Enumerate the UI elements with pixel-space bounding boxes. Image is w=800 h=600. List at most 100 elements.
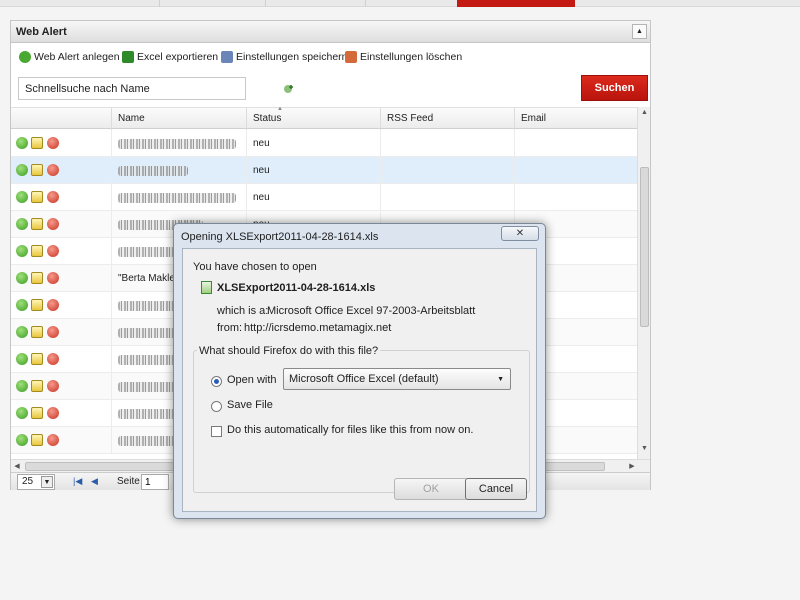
scroll-up-icon[interactable]: ▲ xyxy=(638,109,651,121)
delete-icon[interactable] xyxy=(47,191,59,203)
cancel-button[interactable]: Cancel xyxy=(465,478,527,500)
toolbar-label: Excel exportieren xyxy=(137,51,219,63)
top-nav-bar xyxy=(0,0,800,7)
panel-title: Web Alert xyxy=(16,26,67,38)
table-row[interactable]: neu xyxy=(11,184,637,211)
activate-icon[interactable] xyxy=(16,434,28,446)
cell-name xyxy=(111,184,246,211)
add-search-icon[interactable] xyxy=(283,83,295,95)
delete-settings-button[interactable]: Einstellungen löschen xyxy=(345,50,462,64)
export-excel-button[interactable]: Excel exportieren xyxy=(122,50,218,64)
delete-icon[interactable] xyxy=(47,164,59,176)
edit-icon[interactable] xyxy=(31,434,43,446)
edit-icon[interactable] xyxy=(31,191,43,203)
open-with-radio[interactable] xyxy=(211,376,222,387)
grid-header: ▲ Name Status RSS Feed Email xyxy=(11,107,637,130)
column-header-status[interactable]: Status xyxy=(246,108,380,130)
activate-icon[interactable] xyxy=(16,218,28,230)
column-header-rss-feed[interactable]: RSS Feed xyxy=(380,108,514,130)
activate-icon[interactable] xyxy=(16,272,28,284)
collapse-button[interactable]: ▲ xyxy=(632,24,647,39)
activate-icon[interactable] xyxy=(16,137,28,149)
delete-icon[interactable] xyxy=(47,407,59,419)
scroll-thumb[interactable] xyxy=(640,167,649,327)
ok-button[interactable]: OK xyxy=(394,478,468,500)
search-button[interactable]: Suchen xyxy=(581,75,648,101)
delete-icon[interactable] xyxy=(47,299,59,311)
top-nav-tab[interactable] xyxy=(266,0,366,7)
delete-icon[interactable] xyxy=(47,380,59,392)
first-page-icon[interactable]: |◀ xyxy=(73,476,82,487)
edit-icon[interactable] xyxy=(31,245,43,257)
activate-icon[interactable] xyxy=(16,380,28,392)
prev-page-icon[interactable]: ◀ xyxy=(91,476,98,487)
quick-search-input[interactable] xyxy=(18,77,246,100)
table-row[interactable]: neu xyxy=(11,130,637,157)
auto-label[interactable]: Do this automatically for files like thi… xyxy=(227,424,473,436)
edit-icon[interactable] xyxy=(31,380,43,392)
create-web-alert-button[interactable]: Web Alert anlegen xyxy=(19,50,120,64)
excel-file-icon xyxy=(201,281,212,294)
cell-rss xyxy=(380,184,514,211)
close-button[interactable]: ✕ xyxy=(501,226,539,241)
redacted-text xyxy=(118,139,236,149)
vertical-scrollbar[interactable]: ▲ ▼ xyxy=(637,107,650,459)
activate-icon[interactable] xyxy=(16,191,28,203)
dialog-body: You have chosen to open XLSExport2011-04… xyxy=(182,248,537,512)
page-label: Seite xyxy=(117,476,140,487)
chevron-down-icon[interactable]: ▼ xyxy=(41,476,53,488)
save-file-label[interactable]: Save File xyxy=(227,399,273,411)
save-settings-button[interactable]: Einstellungen speichern xyxy=(221,50,348,64)
page-size-select[interactable]: 25 ▼ xyxy=(17,474,55,490)
delete-icon[interactable] xyxy=(47,137,59,149)
delete-icon[interactable] xyxy=(47,434,59,446)
edit-icon[interactable] xyxy=(31,353,43,365)
column-header-name[interactable]: ▲ Name xyxy=(111,107,283,130)
activate-icon[interactable] xyxy=(16,407,28,419)
cell-rss xyxy=(380,157,514,184)
delete-icon[interactable] xyxy=(47,272,59,284)
save-file-radio[interactable] xyxy=(211,401,222,412)
page-number-input[interactable] xyxy=(141,474,169,490)
delete-icon[interactable] xyxy=(47,218,59,230)
top-nav-tab[interactable] xyxy=(160,0,266,7)
file-name: XLSExport2011-04-28-1614.xls xyxy=(217,282,376,294)
cell-status: neu xyxy=(246,130,380,157)
from-label: from: xyxy=(217,322,243,334)
top-nav-tab[interactable] xyxy=(42,0,160,7)
column-header-email[interactable]: Email xyxy=(514,108,637,130)
plus-circle-icon xyxy=(19,51,31,63)
cell-rss xyxy=(380,130,514,157)
scroll-down-icon[interactable]: ▼ xyxy=(638,445,651,457)
top-nav-tab-active[interactable] xyxy=(457,0,575,7)
edit-icon[interactable] xyxy=(31,326,43,338)
edit-icon[interactable] xyxy=(31,407,43,419)
redacted-text xyxy=(118,166,188,176)
activate-icon[interactable] xyxy=(16,164,28,176)
edit-icon[interactable] xyxy=(31,137,43,149)
activate-icon[interactable] xyxy=(16,245,28,257)
edit-icon[interactable] xyxy=(31,272,43,284)
toolbar-label: Einstellungen speichern xyxy=(236,51,348,63)
activate-icon[interactable] xyxy=(16,299,28,311)
activate-icon[interactable] xyxy=(16,326,28,338)
cell-email xyxy=(514,184,637,211)
search-row: Suchen xyxy=(11,69,650,105)
delete-icon[interactable] xyxy=(47,353,59,365)
toolbar-label: Web Alert anlegen xyxy=(34,51,120,63)
edit-icon[interactable] xyxy=(31,218,43,230)
delete-settings-icon xyxy=(345,51,357,63)
toolbar-label: Einstellungen löschen xyxy=(360,51,463,63)
delete-icon[interactable] xyxy=(47,245,59,257)
application-select[interactable]: Microsoft Office Excel (default) ▼ xyxy=(283,368,511,390)
chevron-down-icon: ▼ xyxy=(497,376,504,383)
open-with-label[interactable]: Open with xyxy=(227,374,277,386)
delete-icon[interactable] xyxy=(47,326,59,338)
cell-name xyxy=(111,130,246,157)
activate-icon[interactable] xyxy=(16,353,28,365)
edit-icon[interactable] xyxy=(31,164,43,176)
edit-icon[interactable] xyxy=(31,299,43,311)
auto-checkbox[interactable] xyxy=(211,426,222,437)
table-row[interactable]: neu xyxy=(11,157,637,184)
cell-email xyxy=(514,130,637,157)
